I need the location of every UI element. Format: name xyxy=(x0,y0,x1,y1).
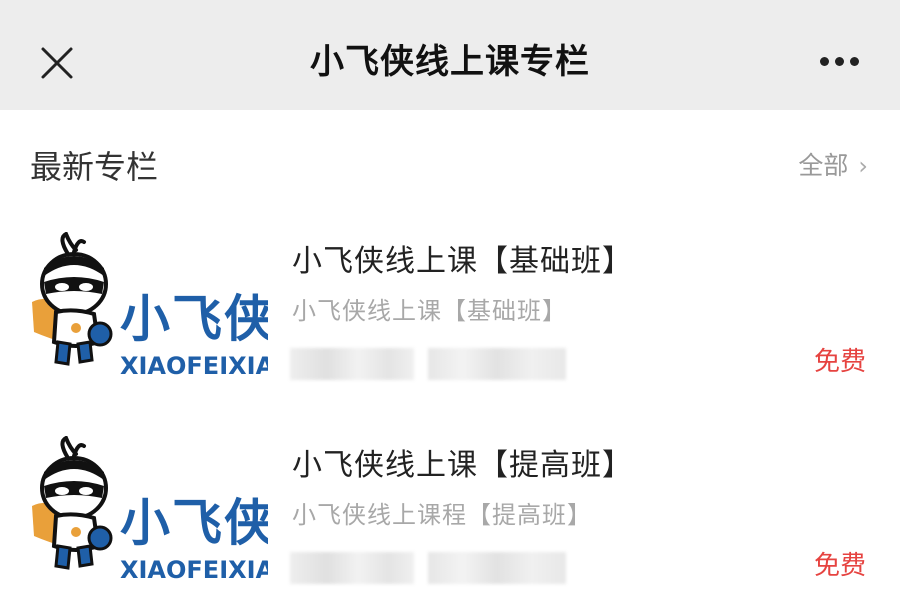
more-options-button[interactable] xyxy=(814,52,864,72)
view-all-link[interactable]: 全部 › xyxy=(798,146,868,186)
price-badge: 免费 xyxy=(813,551,866,581)
logo-brand-latin: XIAOFEIXIA xyxy=(120,352,268,380)
mascot-logo-image: 小飞侠 XIAOFEIXIA xyxy=(32,436,268,584)
column-thumbnail: 小飞侠 XIAOFEIXIA xyxy=(28,232,268,382)
column-title: 小飞侠线上课【提高班】 xyxy=(292,448,633,483)
column-card-advanced[interactable]: 小飞侠 XIAOFEIXIA 小飞侠线上课【提高班】 小飞侠线上课程【提高班】 … xyxy=(0,418,900,608)
logo-brand-latin: XIAOFEIXIA xyxy=(120,556,268,584)
blurred-info xyxy=(290,348,414,380)
column-subtitle: 小飞侠线上课【基础班】 xyxy=(292,297,567,325)
column-subtitle: 小飞侠线上课程【提高班】 xyxy=(292,501,592,529)
mascot-logo-image: 小飞侠 XIAOFEIXIA xyxy=(32,232,268,380)
more-dots-icon xyxy=(835,57,844,66)
blurred-info xyxy=(428,348,566,380)
more-dots-icon xyxy=(820,57,829,66)
column-card-basic[interactable]: 小飞侠 XIAOFEIXIA 小飞侠线上课【基础班】 小飞侠线上课【基础班】 免… xyxy=(0,214,900,404)
price-badge: 免费 xyxy=(813,347,866,377)
column-thumbnail: 小飞侠 XIAOFEIXIA xyxy=(28,436,268,586)
view-all-label: 全部 xyxy=(798,151,849,180)
column-title: 小飞侠线上课【基础班】 xyxy=(292,244,633,279)
more-dots-icon xyxy=(850,57,859,66)
chevron-right-icon: › xyxy=(858,152,868,180)
top-navigation-bar: 小飞侠线上课专栏 xyxy=(0,0,900,110)
blurred-info xyxy=(428,552,566,584)
section-title: 最新专栏 xyxy=(30,148,159,186)
page-title: 小飞侠线上课专栏 xyxy=(310,42,590,82)
logo-brand-text: 小飞侠 xyxy=(120,494,268,552)
logo-brand-text: 小飞侠 xyxy=(120,290,268,348)
blurred-info xyxy=(290,552,414,584)
